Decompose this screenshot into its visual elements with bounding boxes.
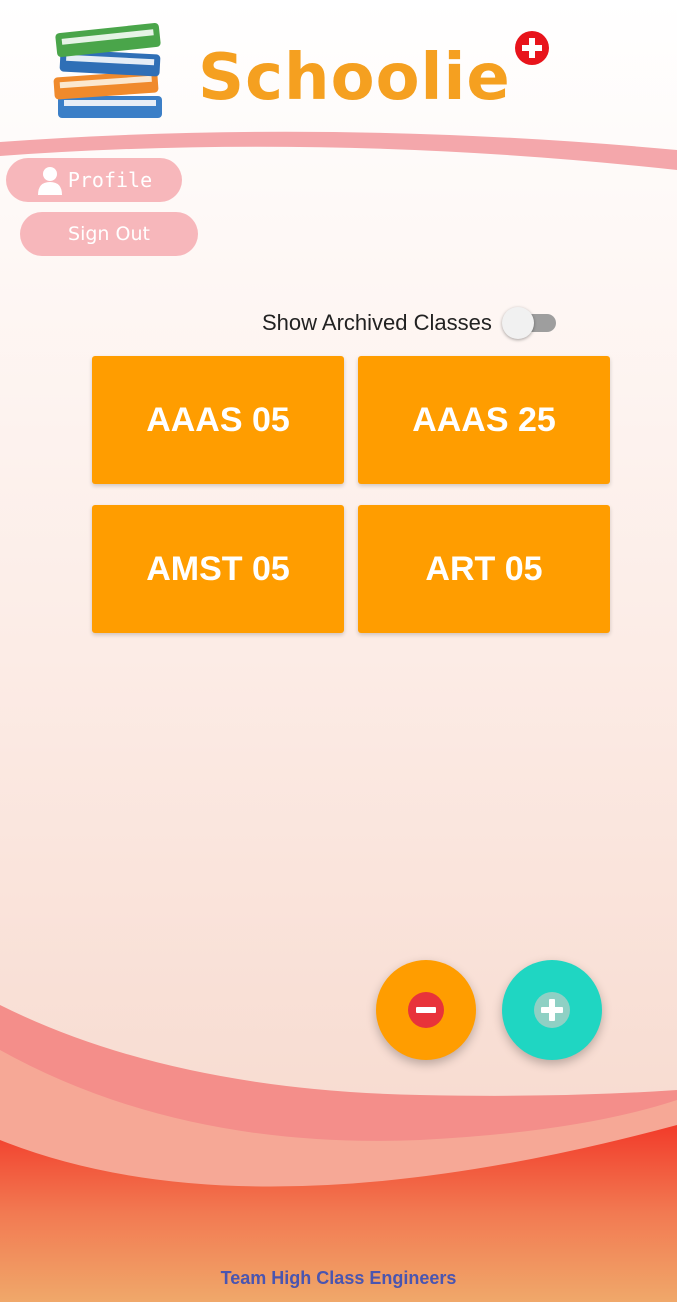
class-card-0[interactable]: AAAS 05 bbox=[92, 356, 344, 484]
profile-button[interactable]: Profile bbox=[6, 158, 182, 202]
app-title: Schoolie bbox=[198, 41, 511, 115]
archive-label: Show Archived Classes bbox=[262, 310, 492, 335]
toggle-thumb bbox=[501, 307, 534, 339]
sign-out-button[interactable]: Sign Out bbox=[20, 212, 198, 256]
profile-label: Profile bbox=[67, 168, 153, 192]
plus-icon bbox=[534, 992, 570, 1028]
footer-credit: Team High Class Engineers bbox=[220, 1268, 457, 1288]
minus-icon bbox=[408, 992, 444, 1028]
books-logo-icon bbox=[53, 23, 162, 118]
person-icon bbox=[37, 167, 62, 195]
class-card-3[interactable]: ART 05 bbox=[358, 505, 610, 633]
add-class-button[interactable] bbox=[502, 960, 602, 1060]
class-card-1[interactable]: AAAS 25 bbox=[358, 356, 610, 484]
plus-badge-icon bbox=[514, 30, 550, 66]
archive-toggle[interactable] bbox=[501, 306, 558, 340]
class-card-2[interactable]: AMST 05 bbox=[92, 505, 344, 633]
archive-toggle-row: Show Archived Classes bbox=[262, 306, 558, 340]
remove-class-button[interactable] bbox=[376, 960, 476, 1060]
